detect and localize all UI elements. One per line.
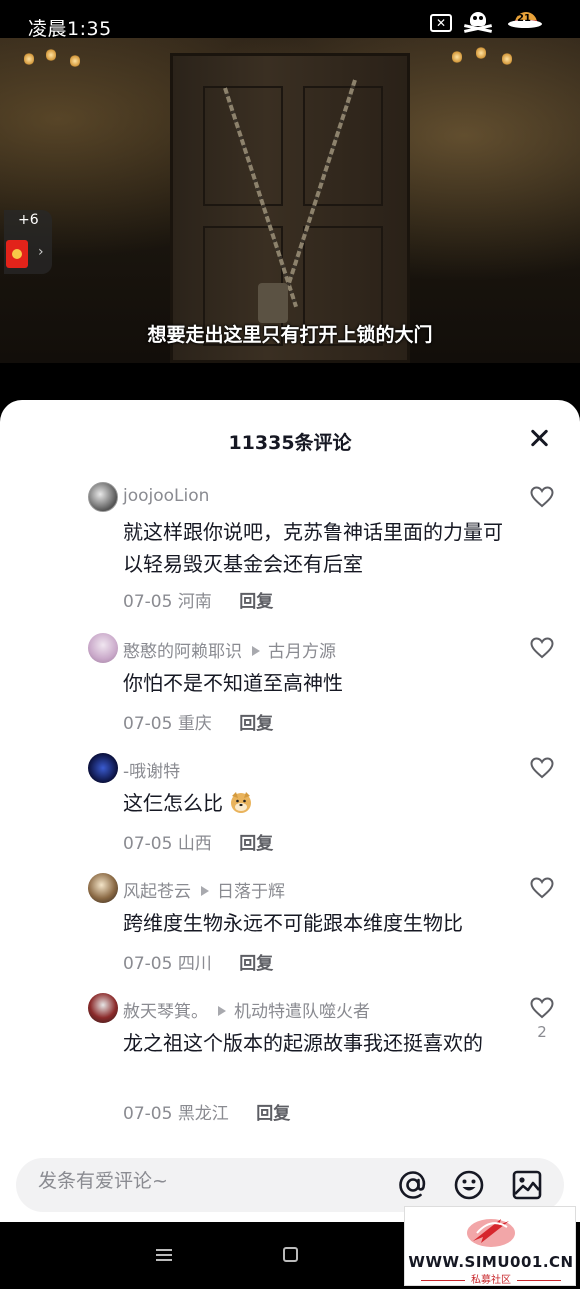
comment-item: joojooLion 就这样跟你说吧，克苏鲁神话里面的力量可以轻易毁灭基金会还有… [0, 482, 580, 612]
reply-to-name[interactable]: 古月方源 [268, 642, 336, 662]
author-name[interactable]: 风起苍云 [123, 882, 191, 902]
comment-date: 07-05 [123, 714, 173, 734]
image-icon[interactable] [510, 1168, 544, 1202]
reply-arrow-icon [252, 646, 260, 656]
like-heart-icon[interactable] [530, 997, 554, 1019]
watermark-url: WWW.SIMU001.CN [408, 1253, 574, 1271]
comment-item: 憨憨的阿赖耶识 古月方源 你怕不是不知道至高神性 07-05 重庆 回复 [0, 633, 580, 734]
menu-icon[interactable] [156, 1249, 172, 1261]
at-mention-icon[interactable] [396, 1168, 430, 1202]
comment-location: 黑龙江 [177, 1104, 229, 1124]
emoji-icon[interactable] [452, 1168, 486, 1202]
status-time: 凌晨1:35 [28, 18, 112, 40]
author-name[interactable]: 憨憨的阿赖耶识 [123, 642, 242, 662]
comment-location: 河南 [177, 592, 212, 612]
watermark-logo-icon [467, 1219, 515, 1247]
red-packet-count: +6 [18, 212, 39, 228]
comment-author: 风起苍云 日落于辉 [123, 877, 285, 902]
reply-button[interactable]: 回复 [256, 1104, 290, 1124]
avatar[interactable] [88, 633, 118, 663]
chevron-right-icon: › [38, 244, 44, 260]
chandelier-icon [450, 46, 520, 96]
comment-author[interactable]: -哦谢特 [123, 757, 180, 782]
comment-input[interactable] [38, 1170, 368, 1192]
reply-button[interactable]: 回复 [239, 714, 273, 734]
chandelier-icon [20, 46, 90, 96]
reply-to-name[interactable]: 日落于辉 [217, 882, 285, 902]
like-heart-icon[interactable] [530, 757, 554, 779]
avatar[interactable] [88, 873, 118, 903]
red-packet-widget[interactable]: +6 › [4, 210, 52, 274]
reply-button[interactable]: 回复 [239, 592, 273, 612]
comment-author: 憨憨的阿赖耶识 古月方源 [123, 637, 336, 662]
comment-meta: 07-05 河南 回复 [123, 587, 273, 612]
comment-text: 龙之祖这个版本的起源故事我还挺喜欢的 [123, 1031, 483, 1055]
close-box-icon: ✕ [430, 14, 452, 32]
comment-meta: 07-05 重庆 回复 [123, 709, 273, 734]
like-heart-icon[interactable] [530, 486, 554, 508]
video-player[interactable]: +6 › 想要走出这里只有打开上锁的大门 [0, 38, 580, 363]
doge-emoji-icon [231, 792, 252, 813]
comment-item: -哦谢特 这仨怎么比 07-05 山西 回复 [0, 753, 580, 854]
video-subtitle: 想要走出这里只有打开上锁的大门 [147, 324, 433, 346]
comment-date: 07-05 [123, 1104, 173, 1124]
comments-count-title: 11335条评论 [228, 432, 352, 454]
battery-icon: 21 [506, 12, 544, 34]
comment-meta: 07-05 黑龙江 回复 [123, 1099, 290, 1124]
comment-meta: 07-05 四川 回复 [123, 949, 273, 974]
comments-panel: 11335条评论 joojooLion 就这样跟你说吧，克苏鲁神话里面的力量可以… [0, 400, 580, 1222]
comment-text: 你怕不是不知道至高神性 [123, 671, 343, 695]
status-bar: 凌晨1:35 ✕ 21 [0, 0, 580, 40]
watermark: WWW.SIMU001.CN 私募社区 [404, 1206, 576, 1286]
home-icon[interactable] [283, 1247, 298, 1262]
avatar[interactable] [88, 482, 118, 512]
comment-meta: 07-05 山西 回复 [123, 829, 273, 854]
reply-button[interactable]: 回复 [239, 834, 273, 854]
comment-item: 赦天琴箕。 机动特遣队噬火者 龙之祖这个版本的起源故事我还挺喜欢的 07-05 黑… [0, 993, 580, 1133]
comment-date: 07-05 [123, 592, 173, 612]
close-icon[interactable] [528, 426, 552, 450]
reply-to-name[interactable]: 机动特遣队噬火者 [234, 1002, 370, 1022]
reply-button[interactable]: 回复 [239, 954, 273, 974]
comment-author: 赦天琴箕。 机动特遣队噬火者 [123, 997, 370, 1022]
status-icons: ✕ 21 [430, 12, 544, 34]
padlock-image [258, 283, 288, 323]
comment-location: 重庆 [177, 714, 212, 734]
comment-date: 07-05 [123, 834, 173, 854]
comment-text: 跨维度生物永远不可能跟本维度生物比 [123, 911, 463, 935]
comment-location: 山西 [177, 834, 212, 854]
comment-item: 风起苍云 日落于辉 跨维度生物永远不可能跟本维度生物比 07-05 四川 回复 [0, 873, 580, 974]
comment-text-content: 这仨怎么比 [123, 791, 223, 815]
comment-input-bar [16, 1158, 564, 1212]
reply-arrow-icon [201, 886, 209, 896]
comment-date: 07-05 [123, 954, 173, 974]
avatar[interactable] [88, 993, 118, 1023]
avatar[interactable] [88, 753, 118, 783]
red-envelope-icon [6, 240, 28, 268]
comment-text: 就这样跟你说吧，克苏鲁神话里面的力量可以轻易毁灭基金会还有后室 [123, 520, 503, 576]
comment-text: 这仨怎么比 [123, 787, 503, 819]
chain-image [223, 78, 375, 308]
battery-level: 21 [517, 13, 531, 24]
reply-arrow-icon [218, 1006, 226, 1016]
comment-author[interactable]: joojooLion [123, 486, 209, 506]
skull-icon [463, 12, 494, 34]
like-heart-icon[interactable] [530, 637, 554, 659]
watermark-subtitle: 私募社区 [405, 1271, 577, 1286]
like-heart-icon[interactable] [530, 877, 554, 899]
comment-location: 四川 [177, 954, 212, 974]
author-name[interactable]: 赦天琴箕。 [123, 1002, 208, 1022]
like-count: 2 [537, 1023, 547, 1041]
